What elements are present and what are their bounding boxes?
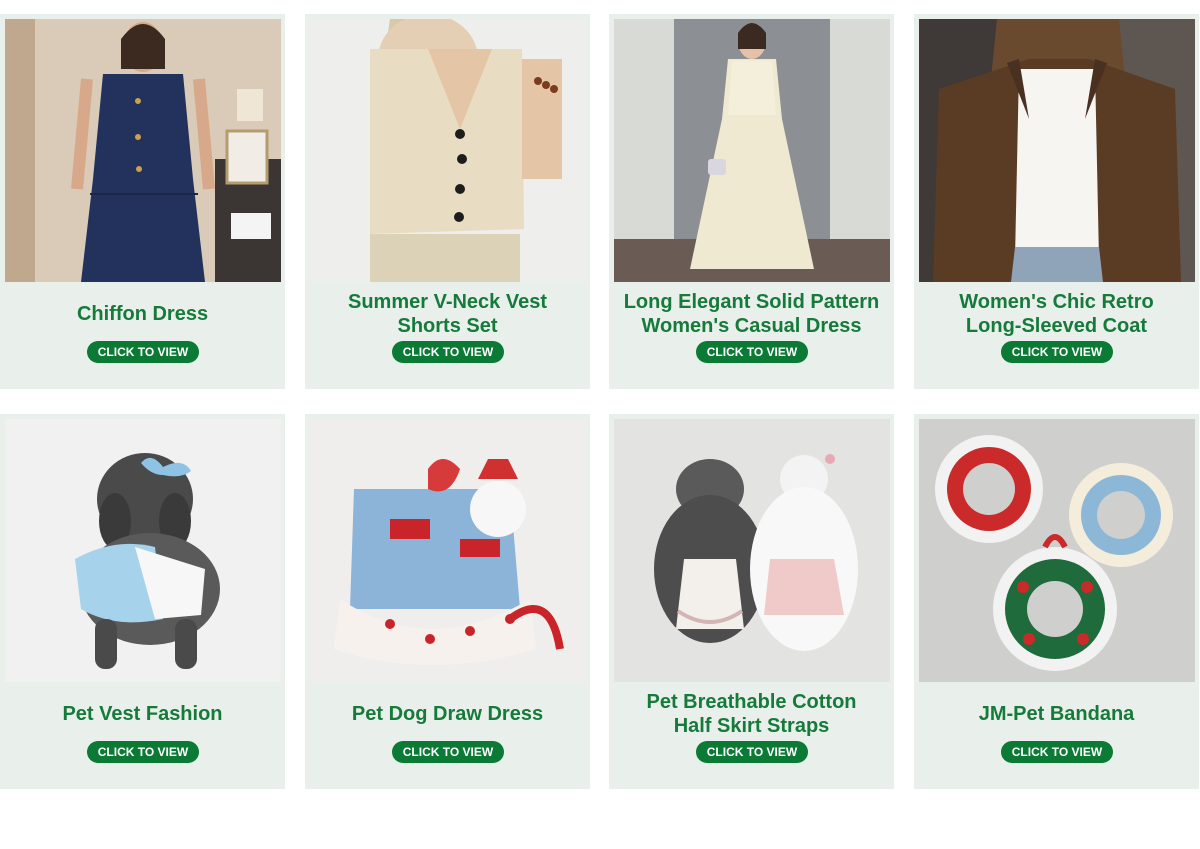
product-title-line1[interactable]: JM-Pet Bandana bbox=[914, 702, 1199, 726]
product-title-line1[interactable]: Long Elegant Solid Pattern bbox=[609, 290, 894, 314]
product-title[interactable]: Long Elegant Solid Pattern Women's Casua… bbox=[609, 290, 894, 338]
product-title[interactable]: Summer V-Neck Vest Shorts Set bbox=[305, 290, 590, 338]
product-image[interactable] bbox=[5, 419, 281, 682]
click-to-view-button[interactable]: CLICK TO VIEW bbox=[392, 341, 504, 363]
product-title[interactable]: Pet Breathable Cotton Half Skirt Straps bbox=[609, 690, 894, 738]
product-card-pet-breathable-cotton[interactable]: Pet Breathable Cotton Half Skirt Straps … bbox=[609, 414, 894, 789]
product-card-pet-dog-draw-dress[interactable]: Pet Dog Draw Dress CLICK TO VIEW bbox=[305, 414, 590, 789]
product-title-line2[interactable]: Shorts Set bbox=[305, 314, 590, 338]
product-card-summer-vneck-vest[interactable]: Summer V-Neck Vest Shorts Set CLICK TO V… bbox=[305, 14, 590, 389]
click-to-view-button[interactable]: CLICK TO VIEW bbox=[87, 741, 199, 763]
product-image[interactable] bbox=[919, 419, 1195, 682]
click-to-view-button[interactable]: CLICK TO VIEW bbox=[87, 341, 199, 363]
product-title-line2[interactable]: Half Skirt Straps bbox=[609, 714, 894, 738]
product-image[interactable] bbox=[310, 419, 586, 682]
click-to-view-button[interactable]: CLICK TO VIEW bbox=[696, 741, 808, 763]
click-to-view-button[interactable]: CLICK TO VIEW bbox=[1001, 741, 1113, 763]
product-title-line2[interactable]: Women's Casual Dress bbox=[609, 314, 894, 338]
product-title-line2[interactable]: Long-Sleeved Coat bbox=[914, 314, 1199, 338]
product-image[interactable] bbox=[614, 419, 890, 682]
product-card-long-elegant-dress[interactable]: Long Elegant Solid Pattern Women's Casua… bbox=[609, 14, 894, 389]
click-to-view-button[interactable]: CLICK TO VIEW bbox=[392, 741, 504, 763]
product-title-line1[interactable]: Chiffon Dress bbox=[0, 302, 285, 326]
product-image[interactable] bbox=[919, 19, 1195, 282]
product-image[interactable] bbox=[310, 19, 586, 282]
product-title[interactable]: JM-Pet Bandana bbox=[914, 702, 1199, 726]
product-title-line1[interactable]: Women's Chic Retro bbox=[914, 290, 1199, 314]
product-image[interactable] bbox=[5, 19, 281, 282]
click-to-view-button[interactable]: CLICK TO VIEW bbox=[1001, 341, 1113, 363]
product-title[interactable]: Chiffon Dress bbox=[0, 302, 285, 326]
click-to-view-button[interactable]: CLICK TO VIEW bbox=[696, 341, 808, 363]
product-card-pet-vest-fashion[interactable]: Pet Vest Fashion CLICK TO VIEW bbox=[0, 414, 285, 789]
product-card-chiffon-dress[interactable]: Chiffon Dress CLICK TO VIEW bbox=[0, 14, 285, 389]
product-title-line1[interactable]: Summer V-Neck Vest bbox=[305, 290, 590, 314]
product-title[interactable]: Pet Dog Draw Dress bbox=[305, 702, 590, 726]
product-title[interactable]: Women's Chic Retro Long-Sleeved Coat bbox=[914, 290, 1199, 338]
product-image[interactable] bbox=[614, 19, 890, 282]
product-card-chic-retro-coat[interactable]: Women's Chic Retro Long-Sleeved Coat CLI… bbox=[914, 14, 1199, 389]
product-title-line1[interactable]: Pet Dog Draw Dress bbox=[305, 702, 590, 726]
product-title-line1[interactable]: Pet Vest Fashion bbox=[0, 702, 285, 726]
product-title-line1[interactable]: Pet Breathable Cotton bbox=[609, 690, 894, 714]
product-card-jm-pet-bandana[interactable]: JM-Pet Bandana CLICK TO VIEW bbox=[914, 414, 1199, 789]
product-title[interactable]: Pet Vest Fashion bbox=[0, 702, 285, 726]
